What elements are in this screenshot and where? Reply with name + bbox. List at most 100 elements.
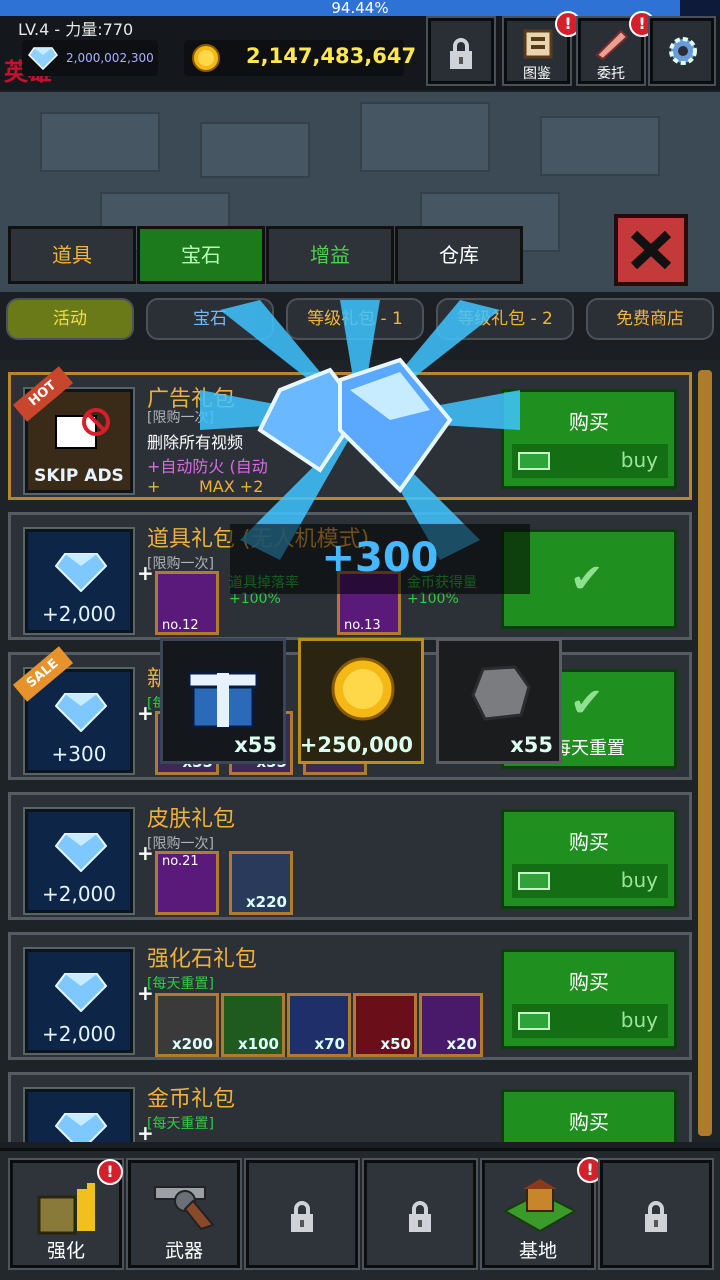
gem-amount: +2,000 [41,882,116,906]
list-item: +2,000 + 皮肤礼包 [限购一次] no.21 x220 购买 buy [8,792,692,920]
stone-item-slot: x20 [419,993,483,1057]
buy-label: 购买 [569,1110,609,1134]
buy-button[interactable]: 购买 [501,1089,677,1142]
list-item: +2,000 + 强化石礼包 [每天重置] x200 x100 x70 x50 … [8,932,692,1060]
nav-base[interactable]: 基地 ! [480,1157,603,1270]
nav-locked[interactable] [362,1158,478,1270]
level-power: LV.4 - 力量:770 [18,20,134,39]
progress-text: 94.44% [331,0,389,17]
list-item: + 金币礼包 [每天重置] 购买 [8,1072,692,1142]
stone-item-slot: x70 [287,993,351,1057]
gem-tile: +2,000 [23,527,135,635]
lock-icon [291,1201,313,1232]
lock-icon [645,1201,667,1232]
gem-icon [55,693,107,732]
nav-label: 强化 [46,1240,85,1262]
item-slot: no.12 [155,571,219,635]
nav-upgrade[interactable]: 强化 ! [8,1158,124,1270]
gold-coin-icon [331,657,395,721]
reward-stone: x55 [436,638,562,764]
check-icon: ✔ [570,680,604,726]
tab-storage[interactable]: 仓库 [395,226,523,284]
stone-item-slot: x200 [155,993,219,1057]
check-icon: ✔ [570,556,604,602]
item-slot: x220 [229,851,293,915]
tab-items[interactable]: 道具 [8,226,136,284]
revolver-icon [154,1186,215,1231]
item-count: x100 [238,1035,279,1053]
pack-limit: [每天重置] [147,976,214,992]
item-count: x50 [380,1035,411,1053]
reward-count: x55 [510,733,553,757]
collection-label: 图鉴 [523,66,551,82]
nav-locked[interactable] [598,1158,714,1270]
pack-title: 强化石礼包 [147,947,258,972]
gem-icon [55,973,107,1012]
gem-amount: +2,000 [41,1022,116,1046]
price-label: buy [620,868,658,892]
pack-limit: [限购一次] [147,836,214,852]
gem-tile: +2,000 [23,807,135,915]
buy-label: 购买 [569,410,609,434]
gem-count: 2,000,002,300 [66,51,154,65]
coin-icon [192,44,220,72]
gem-amount: +2,000 [41,602,116,626]
item-count: x220 [246,893,287,911]
item-count: x70 [314,1035,345,1053]
reward-count: x55 [234,733,277,757]
cash-icon [518,872,550,890]
collection-button[interactable]: 图鉴 ! [502,11,581,86]
close-icon [630,230,672,270]
buy-button[interactable]: 购买 buy [501,389,677,489]
base-icon [503,1179,577,1233]
cash-icon [518,452,550,470]
buy-label: 购买 [569,830,609,854]
lock-icon [409,1201,431,1232]
reward-amount: +300 [230,524,530,594]
commission-button[interactable]: 委托 ! [576,11,655,86]
gem-icon [28,47,58,70]
buy-button[interactable]: 购买 buy [501,949,677,1049]
nav-label: 武器 [164,1240,203,1262]
gem-tile [23,1087,135,1142]
subtab-events[interactable]: 活动 [6,298,134,340]
subtab-free-shop[interactable]: 免费商店 [586,298,714,340]
coin-count: 2,147,483,647 [246,44,417,68]
pack-desc-prefix: + [147,477,161,496]
cash-icon [518,1012,550,1030]
pack-limit: [每天重置] [147,1116,214,1132]
scroll-icon [595,29,629,61]
skin-item-slot: no.21 [155,851,219,915]
stone-icon [471,665,531,721]
gem-amount: +300 [51,742,107,766]
locked-button[interactable] [426,16,496,86]
item-number: no.12 [162,618,199,633]
progress-bar: 94.44% [0,0,720,17]
close-button[interactable] [614,214,688,286]
gem-icon [55,553,107,592]
upgrade-icon [37,1183,95,1235]
reward-gift: x55 [160,638,286,764]
price-label: buy [620,448,658,472]
reward-count: +250,000 [299,733,413,757]
tab-buffs[interactable]: 增益 [266,226,394,284]
buy-button[interactable]: 购买 buy [501,809,677,909]
gear-icon [669,37,697,65]
gift-box-icon [187,671,259,729]
pack-title: 皮肤礼包 [147,807,236,832]
scrollbar[interactable] [698,370,712,1136]
book-icon [523,29,553,59]
reward-coins: +250,000 [298,638,424,764]
tab-gems[interactable]: 宝石 [137,226,265,284]
nav-locked[interactable] [244,1158,360,1270]
item-number: no.13 [344,618,381,633]
settings-button[interactable] [648,16,716,86]
price-label: buy [620,1008,658,1032]
alert-badge-icon: ! [97,1159,123,1185]
gem-icon [55,833,107,872]
nav-weapons[interactable]: 武器 [126,1158,242,1270]
commission-label: 委托 [597,66,625,82]
item-count: x200 [172,1035,213,1053]
gem-icon [55,1113,107,1142]
buy-label: 购买 [569,970,609,994]
